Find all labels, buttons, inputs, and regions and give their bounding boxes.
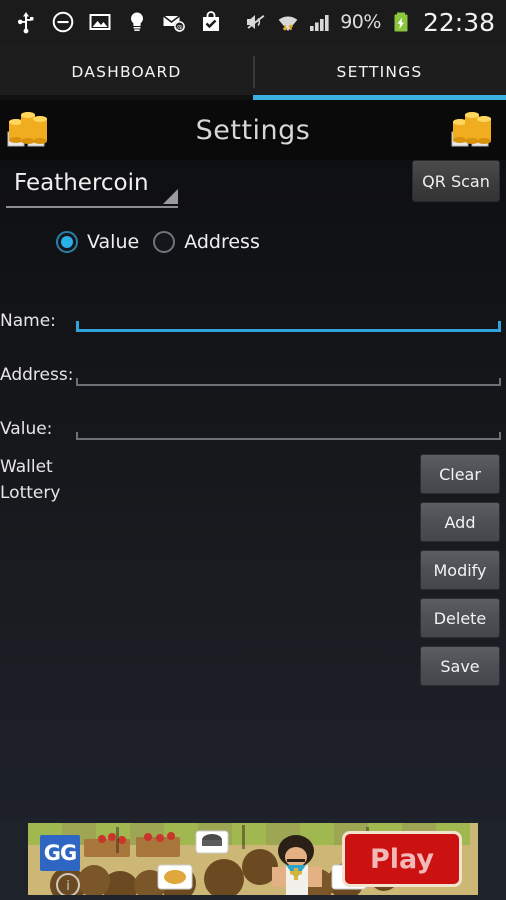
wallet-lottery-label: Wallet Lottery xyxy=(0,454,60,506)
radio-value-indicator xyxy=(56,231,78,253)
radio-value-label: Value xyxy=(87,231,140,253)
wifi-data-transfer-icon xyxy=(276,10,300,34)
phone-screen: @ 90% 22:38 DASHBOARD SETTINGS Settings … xyxy=(0,0,506,900)
coin-stack-icon xyxy=(446,102,502,158)
ad-advertiser-logo: GG xyxy=(40,835,80,871)
delete-button-label: Delete xyxy=(433,608,487,628)
wallet-label-line2: Lottery xyxy=(0,483,61,503)
svg-text:i: i xyxy=(66,879,70,894)
ad-play-button-label: Play xyxy=(369,843,435,875)
ad-logo-text: GG xyxy=(43,841,77,865)
radio-address-label: Address xyxy=(184,231,260,253)
coin-spinner[interactable]: Feathercoin xyxy=(6,164,178,208)
address-input[interactable] xyxy=(76,360,501,386)
form-row-address: Address: xyxy=(0,332,506,386)
name-field-label: Name: xyxy=(0,311,56,331)
wallet-label-line1: Wallet xyxy=(0,457,53,477)
qr-scan-button-label: QR Scan xyxy=(422,171,490,191)
form-row-value: Value: xyxy=(0,386,506,440)
battery-charging-icon xyxy=(389,10,413,34)
email-at-icon: @ xyxy=(162,10,186,34)
status-bar-left-icons: @ xyxy=(0,10,223,34)
status-bar: @ 90% 22:38 xyxy=(0,0,506,44)
settings-form: Name: Address: Value: xyxy=(0,264,506,440)
radio-option-value[interactable]: Value xyxy=(56,231,139,253)
modify-button[interactable]: Modify xyxy=(420,550,500,590)
battery-percent-label: 90% xyxy=(340,11,381,33)
save-button[interactable]: Save xyxy=(420,646,500,686)
usb-icon xyxy=(14,10,38,34)
shopping-bag-check-icon xyxy=(199,10,223,34)
coin-stack-icon xyxy=(2,102,58,158)
qr-scan-button[interactable]: QR Scan xyxy=(412,160,500,202)
dropdown-caret-icon xyxy=(163,189,178,204)
settings-content: Settings Feathercoin QR Scan Value Addre… xyxy=(0,100,506,900)
tab-settings-label: SETTINGS xyxy=(336,63,423,81)
radio-address-indicator xyxy=(153,231,176,253)
coin-selector-row: Feathercoin QR Scan xyxy=(0,160,506,220)
clear-button[interactable]: Clear xyxy=(420,454,500,494)
tab-divider xyxy=(253,56,255,88)
address-field-label: Address: xyxy=(0,365,74,385)
cellular-signal-icon xyxy=(308,10,332,34)
lightbulb-icon xyxy=(125,10,149,34)
mute-vibrate-icon xyxy=(244,10,268,34)
radio-option-address[interactable]: Address xyxy=(153,231,260,253)
action-button-column: Clear Add Modify Delete Save xyxy=(420,454,500,686)
clear-button-label: Clear xyxy=(439,464,481,484)
tab-dashboard-label: DASHBOARD xyxy=(71,63,182,81)
form-row-name: Name: xyxy=(0,278,506,332)
ad-play-button[interactable]: Play xyxy=(342,831,462,887)
save-button-label: Save xyxy=(440,656,480,676)
name-input[interactable] xyxy=(76,306,501,332)
tab-dashboard[interactable]: DASHBOARD xyxy=(0,44,253,100)
status-bar-right-icons: 90% 22:38 xyxy=(244,0,495,44)
mode-radio-group: Value Address xyxy=(0,220,506,264)
delete-button[interactable]: Delete xyxy=(420,598,500,638)
clock-label: 22:38 xyxy=(422,7,495,37)
modify-button-label: Modify xyxy=(433,560,487,580)
screenshot-image-icon xyxy=(88,10,112,34)
svg-text:@: @ xyxy=(176,23,183,31)
value-input[interactable] xyxy=(76,414,501,440)
add-button[interactable]: Add xyxy=(420,502,500,542)
do-not-disturb-icon xyxy=(51,10,75,34)
wallet-actions-section: Wallet Lottery Clear Add Modify Delete S… xyxy=(0,454,506,714)
value-field-label: Value: xyxy=(0,419,53,439)
tab-bar: DASHBOARD SETTINGS xyxy=(0,44,506,100)
app-header: Settings xyxy=(0,100,506,160)
page-title: Settings xyxy=(195,114,311,146)
ad-banner[interactable]: i GG Play xyxy=(28,823,478,895)
tab-settings[interactable]: SETTINGS xyxy=(253,44,506,100)
coin-spinner-value: Feathercoin xyxy=(14,170,149,196)
ad-banner-container: i GG Play xyxy=(0,818,506,900)
add-button-label: Add xyxy=(444,512,476,532)
